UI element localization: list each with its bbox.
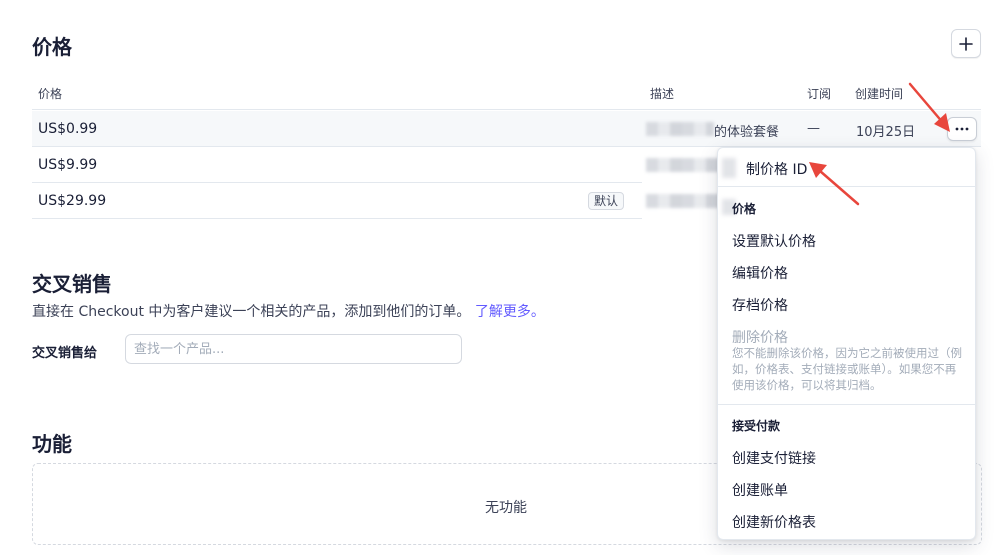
menu-item-create-invoice[interactable]: 创建账单 (732, 480, 788, 500)
menu-item-set-default[interactable]: 设置默认价格 (732, 231, 816, 251)
redacted-menu-text (722, 158, 736, 178)
column-header-subscription: 订阅 (807, 87, 832, 101)
annotation-arrow-icon (908, 82, 950, 132)
cross-sell-title: 交叉销售 (32, 272, 112, 296)
price-amount: US$29.99 (38, 193, 107, 209)
menu-header-price: 价格 (732, 202, 757, 216)
add-price-button[interactable] (951, 29, 981, 58)
price-amount: US$9.99 (38, 157, 98, 173)
menu-header-accept-payments: 接受付款 (732, 419, 781, 433)
menu-item-create-payment-link[interactable]: 创建支付链接 (732, 448, 816, 468)
prices-title: 价格 (32, 35, 72, 59)
table-row[interactable]: US$0.99 (32, 111, 642, 147)
menu-item-edit[interactable]: 编辑价格 (732, 263, 788, 283)
delete-disabled-note: 您不能删除该价格，因为它之前被使用过（例如，价格表、支付链接或账单）。如果您不再… (732, 346, 962, 392)
column-header-created: 创建时间 (855, 87, 904, 101)
column-header-price: 价格 (38, 87, 63, 101)
cross-sell-description: 直接在 Checkout 中为客户建议一个相关的产品，添加到他们的订单。 了解更… (32, 301, 545, 321)
price-amount: US$0.99 (38, 121, 98, 137)
learn-more-link[interactable]: 了解更多。 (475, 304, 545, 320)
default-badge: 默认 (588, 192, 625, 210)
features-title: 功能 (32, 432, 72, 456)
cross-sell-field-label: 交叉销售给 (32, 346, 98, 361)
menu-item-archive[interactable]: 存档价格 (732, 295, 788, 315)
price-description: 的体验套餐 (714, 125, 780, 140)
product-search-input[interactable] (125, 334, 462, 364)
menu-item-delete: 删除价格 (732, 330, 788, 346)
table-row[interactable]: US$29.99 默认 (32, 183, 642, 219)
menu-item-copy-price-id[interactable]: 制价格 ID (746, 159, 807, 179)
plus-icon (959, 36, 973, 51)
annotation-arrow-icon (809, 162, 860, 206)
cross-sell-description-text: 直接在 Checkout 中为客户建议一个相关的产品，添加到他们的订单。 (32, 304, 471, 320)
menu-item-create-pricing-table[interactable]: 创建新价格表 (732, 512, 816, 532)
column-header-description: 描述 (650, 87, 675, 101)
table-row[interactable]: US$9.99 (32, 147, 642, 183)
features-empty-text: 无功能 (485, 500, 527, 516)
menu-divider (718, 404, 975, 405)
table-header-divider (32, 109, 981, 110)
price-subscription: — (807, 121, 820, 136)
redacted-description (646, 122, 714, 136)
